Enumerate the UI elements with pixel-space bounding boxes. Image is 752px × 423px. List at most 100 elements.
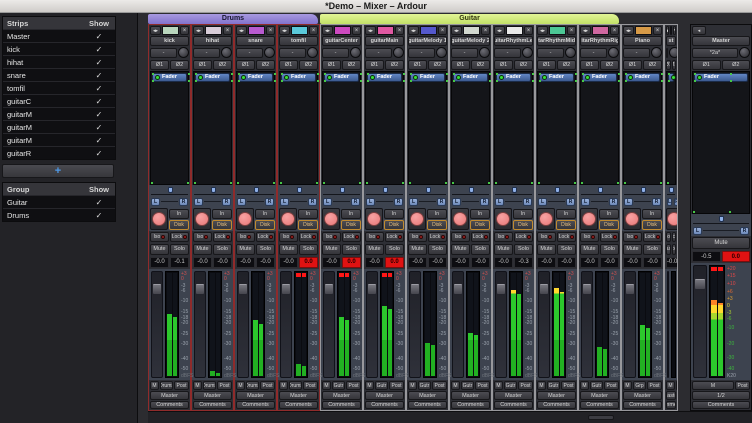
- sidebar-strip-row[interactable]: tomfil✓: [3, 81, 115, 94]
- gain-display[interactable]: -0.0: [408, 257, 427, 268]
- meter-point-button[interactable]: Post: [389, 381, 404, 390]
- fader-processor-entry[interactable]: Fader: [238, 73, 273, 82]
- pan-left-button[interactable]: L: [495, 198, 504, 206]
- gain-fader[interactable]: [323, 271, 335, 378]
- pan-width-track[interactable]: [495, 187, 532, 195]
- solo-isolate-button[interactable]: Iso: [279, 232, 298, 242]
- meter-point-button[interactable]: Post: [647, 381, 662, 390]
- record-enable-button[interactable]: [150, 208, 168, 230]
- strip-name-button[interactable]: kick: [150, 36, 189, 46]
- visibility-checkbox[interactable]: ✓: [83, 84, 115, 93]
- pan-right-button[interactable]: R: [394, 198, 403, 206]
- phase-invert-1-button[interactable]: Ø1: [494, 60, 513, 70]
- sidebar-strip-row[interactable]: guitarM✓: [3, 107, 115, 120]
- master-trim-knob[interactable]: [739, 47, 750, 58]
- strip-width-toggle-icon[interactable]: ◂▸: [279, 26, 290, 35]
- trim-knob[interactable]: [307, 47, 318, 58]
- fader-handle[interactable]: [497, 284, 505, 294]
- pan-width-track[interactable]: [581, 187, 618, 195]
- solo-isolate-button[interactable]: Iso: [580, 232, 599, 242]
- pan-left-button[interactable]: L: [366, 198, 375, 206]
- meter-point-button[interactable]: Post: [174, 381, 189, 390]
- solo-lock-button[interactable]: Lock: [514, 232, 533, 242]
- phase-invert-2-button[interactable]: Ø2: [514, 60, 533, 70]
- monitor-input-button[interactable]: In: [169, 209, 189, 219]
- mute-button[interactable]: Mute: [236, 244, 255, 255]
- pan-width-track[interactable]: [409, 187, 446, 195]
- trim-knob[interactable]: [608, 47, 619, 58]
- solo-isolate-button[interactable]: Iso: [537, 232, 556, 242]
- monitor-input-button[interactable]: In: [599, 209, 619, 219]
- phase-invert-2-button[interactable]: Ø2: [672, 60, 677, 70]
- strip-name-button[interactable]: hihat: [193, 36, 232, 46]
- visibility-checkbox[interactable]: ✓: [83, 97, 115, 106]
- sidebar-group-row[interactable]: Guitar✓: [3, 195, 115, 208]
- output-button[interactable]: Master: [193, 391, 232, 400]
- record-enable-button[interactable]: [537, 208, 555, 230]
- input-button[interactable]: -: [365, 48, 392, 58]
- solo-button[interactable]: Solo: [600, 244, 619, 255]
- strip-hide-icon[interactable]: ×: [309, 26, 318, 35]
- pan-left-button[interactable]: L: [452, 198, 461, 206]
- pan-width-track[interactable]: [366, 187, 403, 195]
- input-button[interactable]: -: [537, 48, 564, 58]
- strip-hide-icon[interactable]: ×: [266, 26, 275, 35]
- monitor-disk-button[interactable]: Disk: [642, 220, 662, 230]
- meter-point-button[interactable]: Post: [217, 381, 232, 390]
- strip-width-toggle-icon[interactable]: ◂▸: [150, 26, 161, 35]
- pan-right-button[interactable]: R: [308, 198, 317, 206]
- gain-display[interactable]: -0.0: [365, 257, 384, 268]
- strip-name-button[interactable]: guitarMelody 1: [408, 36, 447, 46]
- phase-invert-1-button[interactable]: Ø1: [193, 60, 212, 70]
- visibility-checkbox[interactable]: ✓: [83, 123, 115, 132]
- output-button[interactable]: Master: [150, 391, 189, 400]
- processor-active-led[interactable]: [456, 75, 461, 80]
- automation-mode-button[interactable]: M: [537, 381, 546, 390]
- monitor-disk-button[interactable]: Disk: [470, 220, 490, 230]
- output-button[interactable]: Master: [236, 391, 275, 400]
- input-button[interactable]: -: [623, 48, 650, 58]
- input-button[interactable]: -: [580, 48, 607, 58]
- sidebar-strip-row[interactable]: guitarR✓: [3, 146, 115, 159]
- meter-point-button[interactable]: Post: [561, 381, 576, 390]
- group-button[interactable]: Gutr: [375, 381, 388, 390]
- pan-position-handle[interactable]: [426, 187, 431, 193]
- meter-point-button[interactable]: Post: [346, 381, 361, 390]
- monitor-input-button[interactable]: In: [513, 209, 533, 219]
- monitor-input-button[interactable]: In: [341, 209, 361, 219]
- gain-fader[interactable]: [237, 271, 249, 378]
- gain-display[interactable]: -0.0: [623, 257, 642, 268]
- phase-invert-2-button[interactable]: Ø2: [170, 60, 189, 70]
- strip-color-chip[interactable]: [549, 26, 566, 35]
- pan-right-button[interactable]: R: [566, 198, 575, 206]
- master-phase-2-button[interactable]: Ø2: [722, 60, 751, 70]
- strip-width-toggle-icon[interactable]: ◂▸: [537, 26, 548, 35]
- record-enable-button[interactable]: [580, 208, 598, 230]
- sidebar-group-row[interactable]: Drums✓: [3, 208, 115, 221]
- solo-button[interactable]: Solo: [514, 244, 533, 255]
- visibility-checkbox[interactable]: ✓: [83, 32, 115, 41]
- record-enable-button[interactable]: [666, 208, 678, 230]
- solo-isolate-button[interactable]: Iso: [322, 232, 341, 242]
- mute-button[interactable]: Mute: [494, 244, 513, 255]
- mute-button[interactable]: Mute: [666, 244, 671, 255]
- fader-processor-entry[interactable]: Fader: [152, 73, 187, 82]
- solo-button[interactable]: Solo: [672, 244, 677, 255]
- pan-left-button[interactable]: L: [409, 198, 418, 206]
- strip-name-button[interactable]: Piano: [623, 36, 662, 46]
- solo-lock-button[interactable]: Lock: [385, 232, 404, 242]
- solo-lock-button[interactable]: Lock: [557, 232, 576, 242]
- processor-box[interactable]: Fader: [279, 71, 318, 185]
- comments-button[interactable]: Comments: [494, 401, 533, 409]
- input-button[interactable]: -: [451, 48, 478, 58]
- processor-active-led[interactable]: [697, 75, 702, 80]
- strip-color-chip[interactable]: [377, 26, 394, 35]
- sidebar-strip-row[interactable]: kick✓: [3, 42, 115, 55]
- peak-display[interactable]: -0.0: [557, 257, 576, 268]
- pan-left-button[interactable]: L: [194, 198, 203, 206]
- phase-invert-2-button[interactable]: Ø2: [600, 60, 619, 70]
- fader-handle[interactable]: [411, 284, 419, 294]
- solo-lock-button[interactable]: Lock: [600, 232, 619, 242]
- input-button[interactable]: -: [279, 48, 306, 58]
- gain-fader[interactable]: [495, 271, 507, 378]
